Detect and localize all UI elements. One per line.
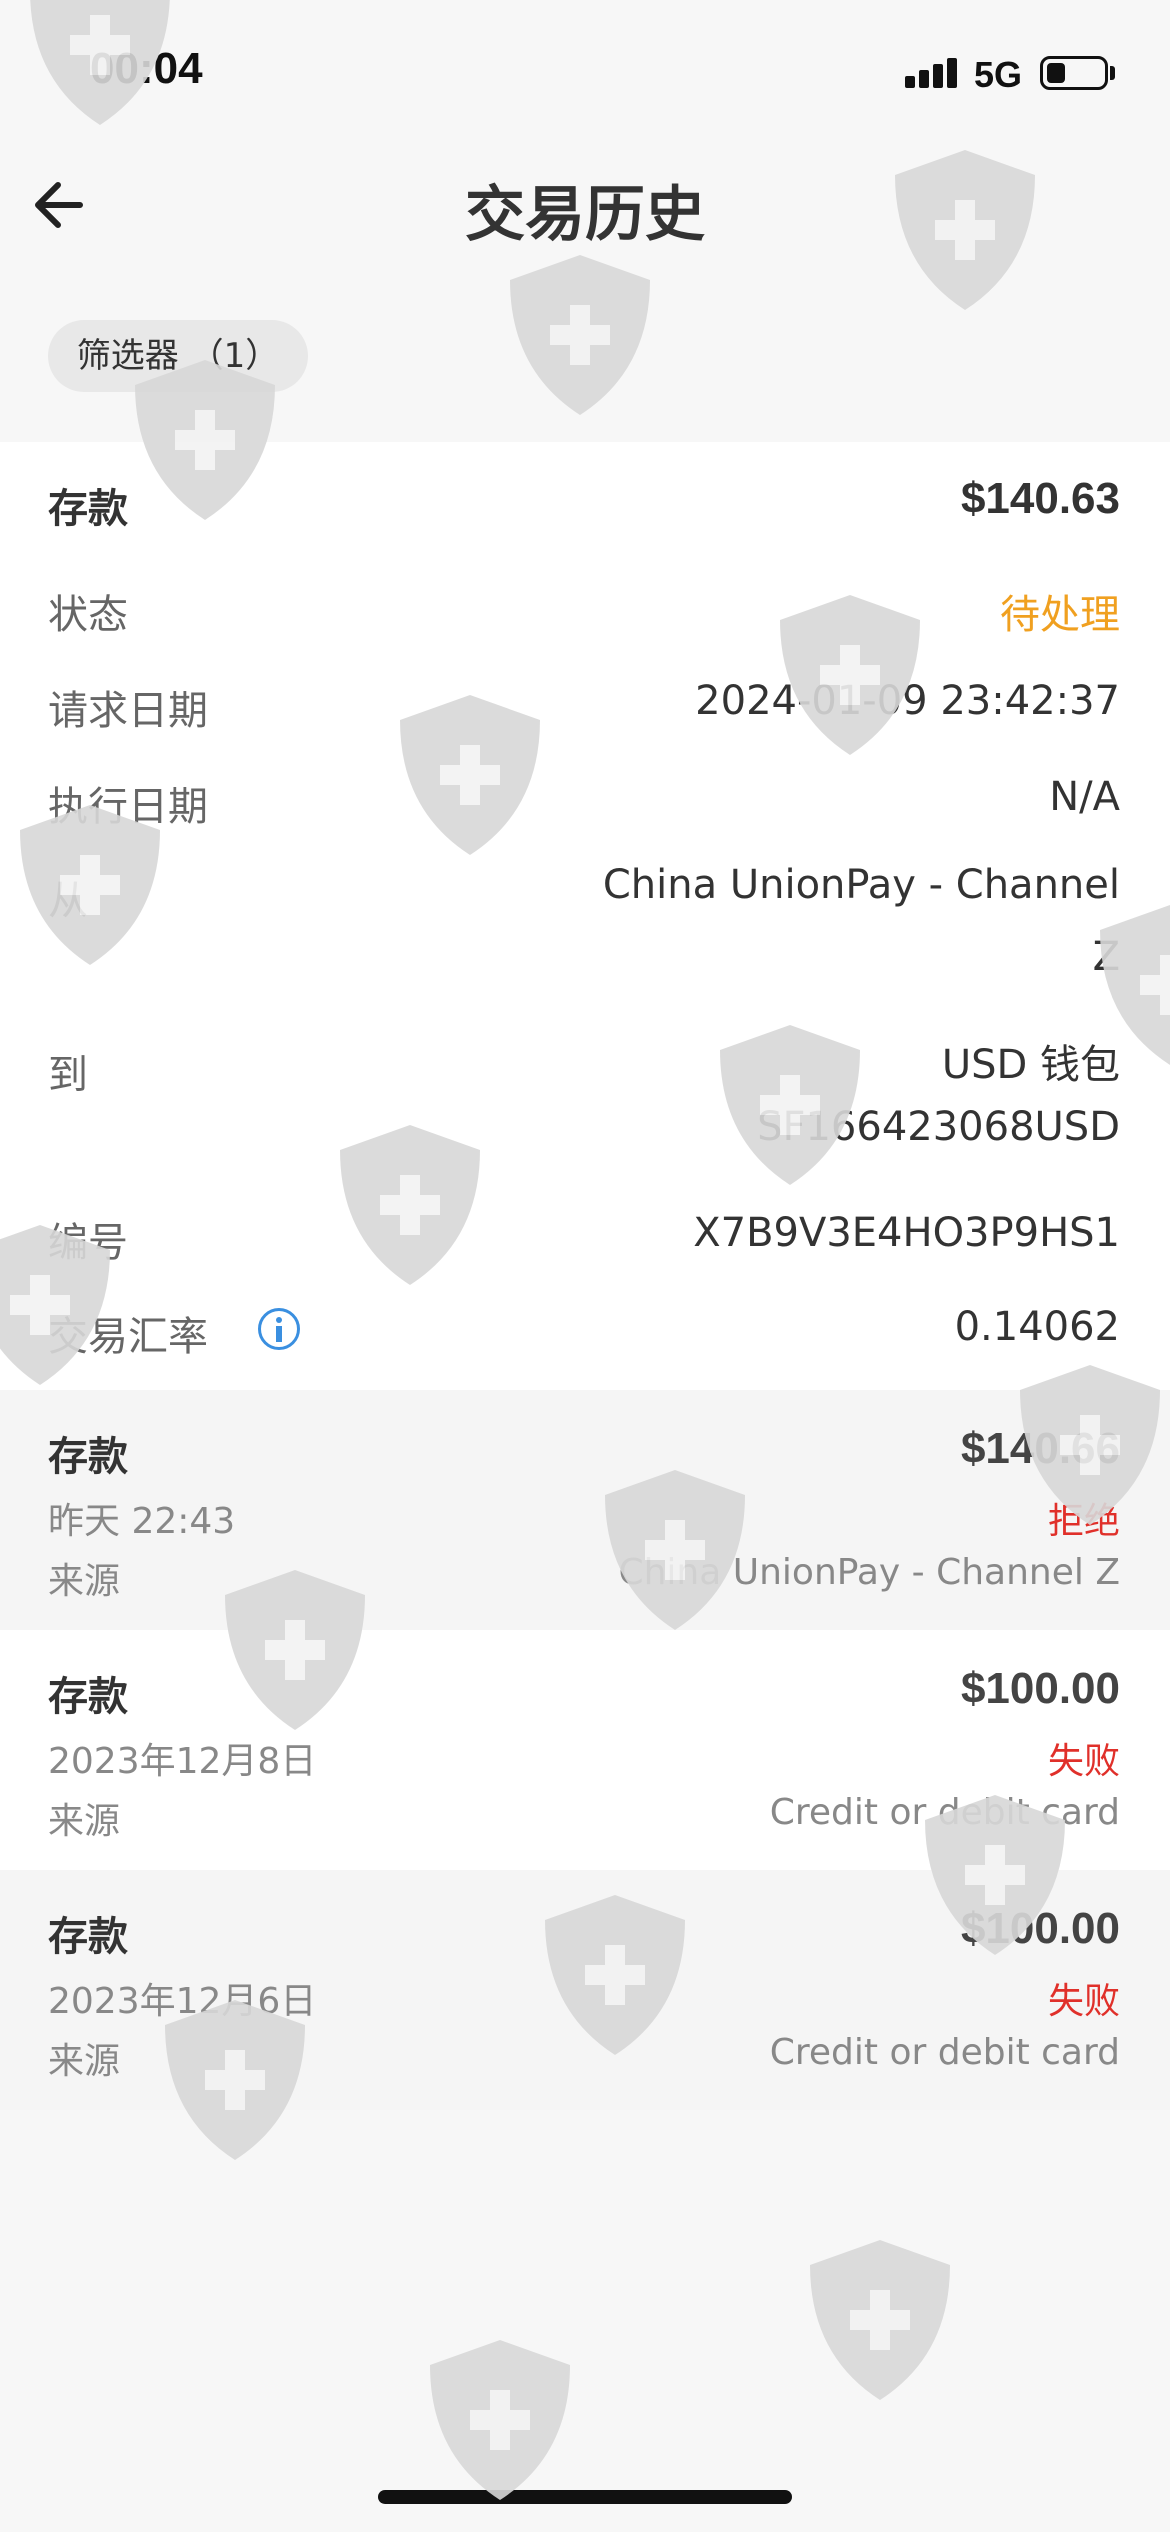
shield-cross-icon [810,2240,950,2400]
id-value: X7B9V3E4HO3P9HS1 [693,1210,1120,1256]
status-bar: 00:04 5G [0,0,1170,150]
transaction-status: 拒绝 [1047,1501,1120,1542]
transaction-type: 存款 [48,1914,128,1960]
home-indicator[interactable] [378,2490,792,2504]
network-label: 5G [974,54,1023,95]
from-value-line2: Z [1092,934,1120,980]
status-label: 状态 [48,592,128,638]
transaction-item[interactable]: 存款 $100.00 2023年12月6日 失败 来源 Credit or de… [0,1870,1170,2110]
transaction-amount: $100.00 [960,1904,1120,1953]
screen: 00:04 5G 交易历史 筛选器 （1） 存款 $140.63 状态 待处理 … [0,0,1170,2532]
signal-icon [905,58,961,88]
source-label: 来源 [48,1801,121,1842]
transaction-item[interactable]: 存款 $140.66 昨天 22:43 拒绝 来源 China UnionPay… [0,1390,1170,1630]
transaction-type: 存款 [48,1434,128,1480]
to-value-line2: SF166423068USD [757,1104,1120,1150]
transaction-amount: $140.66 [960,1424,1120,1473]
id-label: 编号 [48,1220,128,1266]
to-value-line1: USD 钱包 [941,1042,1120,1088]
exec-date-value: N/A [1049,774,1120,820]
source-value: Credit or debit card [769,1792,1120,1833]
transaction-status: 失败 [1047,1981,1120,2022]
from-value-line1: China UnionPay - Channel [602,862,1120,908]
transaction-date: 2023年12月8日 [48,1741,317,1782]
filter-button[interactable]: 筛选器 （1） [48,320,308,392]
transaction-item[interactable]: 存款 $100.00 2023年12月8日 失败 来源 Credit or de… [0,1630,1170,1870]
source-value: Credit or debit card [769,2032,1120,2073]
rate-value: 0.14062 [954,1304,1120,1350]
exec-date-label: 执行日期 [48,784,208,830]
transaction-type: 存款 [48,486,128,532]
transaction-amount: $140.63 [960,474,1120,523]
request-date-label: 请求日期 [48,688,208,734]
from-label: 从 [48,878,88,924]
request-date-value: 2024-01-09 23:42:37 [695,678,1120,724]
transaction-amount: $100.00 [960,1664,1120,1713]
source-label: 来源 [48,1561,121,1602]
info-icon[interactable] [258,1308,300,1350]
transaction-date: 2023年12月6日 [48,1981,317,2022]
rate-label: 交易汇率 [48,1314,208,1360]
header: 交易历史 [0,150,1170,270]
status-value: 待处理 [1000,592,1120,638]
expanded-transaction[interactable]: 存款 $140.63 状态 待处理 请求日期 2024-01-09 23:42:… [0,442,1170,1390]
transaction-type: 存款 [48,1674,128,1720]
transaction-status: 失败 [1047,1741,1120,1782]
battery-tip [1110,66,1115,80]
page-title: 交易历史 [465,180,705,250]
source-label: 来源 [48,2041,121,2082]
transaction-date: 昨天 22:43 [48,1501,236,1542]
battery-icon [1040,56,1108,90]
shield-cross-icon [430,2340,570,2500]
shield-cross-icon [510,255,650,415]
status-time: 00:04 [90,44,203,93]
source-value: China UnionPay - Channel Z [618,1552,1120,1593]
to-label: 到 [48,1052,88,1098]
